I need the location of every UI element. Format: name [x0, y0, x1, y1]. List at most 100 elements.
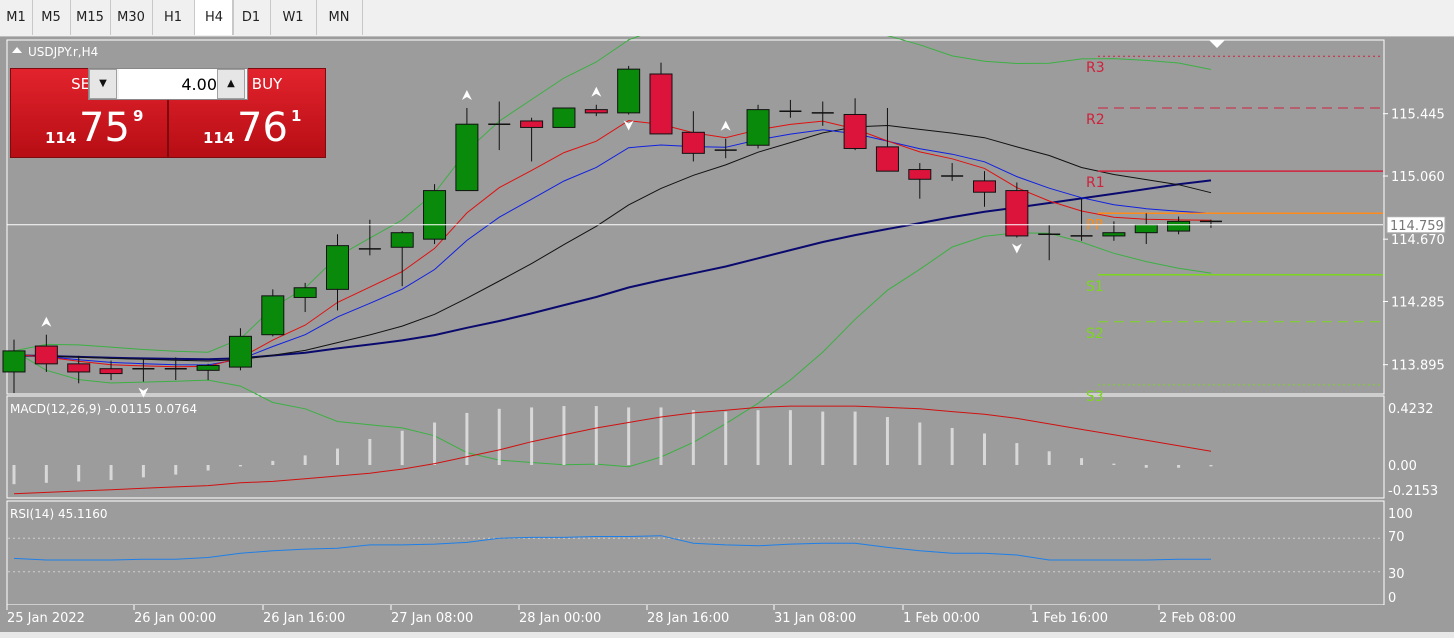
macd-histogram-bar: [1177, 465, 1181, 468]
macd-histogram-bar: [497, 408, 501, 465]
macd-histogram-bar: [174, 465, 178, 475]
current-price-label: 114.759: [1390, 219, 1444, 234]
buy-price-small: 114: [203, 129, 235, 147]
bull-candle: [293, 287, 317, 298]
bear-candle: [973, 180, 996, 193]
macd-histogram-bar: [950, 427, 954, 465]
macd-histogram-bar: [627, 407, 631, 465]
timeframe-tab-m5[interactable]: M5: [32, 0, 70, 35]
macd-histogram-bar: [594, 406, 598, 465]
bear-candle: [34, 345, 58, 365]
pivot-label-r3: R3: [1086, 60, 1105, 76]
macd-histogram-bar: [659, 407, 663, 465]
macd-histogram-bar: [918, 422, 922, 465]
price-axis-label: 114.670: [1391, 233, 1445, 248]
macd-histogram-bar: [821, 411, 825, 465]
bull-candle: [326, 245, 349, 290]
lot-size-input[interactable]: [119, 69, 221, 99]
buy-price-pip: 1: [291, 107, 302, 125]
macd-histogram-bar: [238, 465, 242, 467]
macd-histogram-bar: [303, 455, 307, 465]
chart-pane-frame: [6, 395, 1385, 499]
bear-candle: [875, 146, 899, 172]
macd-histogram-bar: [1112, 463, 1116, 465]
lot-decrease-button[interactable]: ▼: [89, 69, 117, 99]
bull-candle: [228, 335, 252, 368]
rsi-label: RSI(14) 45.1160: [10, 507, 108, 521]
time-axis-label: 31 Jan 08:00: [774, 611, 856, 626]
macd-histogram-bar: [1080, 458, 1084, 465]
macd-label: MACD(12,26,9) -0.0115 0.0764: [10, 402, 197, 416]
bull-candle: [552, 107, 576, 128]
price-axis-label: 115.445: [1391, 108, 1445, 123]
timeframe-toolbar: M1 M5 M15 M30 H1 H4 D1 W1 MN: [0, 0, 1454, 37]
macd-histogram-bar: [44, 465, 48, 483]
macd-histogram-bar: [77, 465, 81, 482]
lot-size-control: ▼ ▲: [88, 68, 248, 100]
timeframe-tab-m15[interactable]: M15: [70, 0, 110, 35]
bull-candle: [746, 109, 770, 146]
pivot-label-s3: S3: [1086, 389, 1104, 405]
timeframe-tab-w1[interactable]: W1: [270, 0, 316, 35]
time-axis-label: 1 Feb 00:00: [903, 611, 980, 626]
macd-histogram-bar: [724, 411, 728, 465]
bear-candle: [67, 363, 91, 373]
macd-histogram-bar: [433, 422, 437, 465]
timeframe-tab-m1[interactable]: M1: [0, 0, 32, 35]
time-axis-label: 26 Jan 16:00: [263, 611, 345, 626]
macd-histogram-bar: [368, 438, 372, 465]
price-axis-label: 115.060: [1391, 170, 1445, 185]
bull-candle: [617, 68, 641, 114]
macd-histogram-bar: [206, 465, 210, 471]
bear-candle: [520, 120, 544, 128]
price-axis-label: 114.285: [1391, 296, 1445, 311]
one-click-trading-panel: SELL 114 75 9 BUY 114 76 1 ▼ ▲: [10, 68, 326, 158]
macd-histogram-bar: [141, 465, 145, 478]
time-axis-label: 28 Jan 16:00: [647, 611, 729, 626]
macd-histogram-bar: [1209, 465, 1213, 467]
pivot-label-s1: S1: [1086, 279, 1104, 295]
pivot-label-pp: PP: [1086, 217, 1103, 233]
macd-histogram-bar: [885, 417, 889, 465]
bull-candle: [2, 350, 26, 373]
pivot-label-s2: S2: [1086, 326, 1104, 342]
macd-histogram-bar: [12, 465, 16, 485]
bull-candle: [455, 123, 479, 192]
price-axis-label: 113.895: [1391, 359, 1445, 374]
lot-increase-button[interactable]: ▲: [217, 69, 245, 99]
timeframe-tab-h4[interactable]: H4: [194, 0, 234, 35]
timeframe-tab-d1[interactable]: D1: [232, 0, 270, 35]
macd-axis-label: -0.2153: [1388, 484, 1438, 499]
sell-price-pip: 9: [133, 107, 144, 125]
time-axis-label: 27 Jan 08:00: [391, 611, 473, 626]
symbol-label: USDJPY.r,H4: [28, 45, 98, 59]
buy-price-big: 76: [237, 105, 288, 151]
macd-histogram-bar: [336, 448, 339, 465]
bull-candle: [1134, 224, 1158, 234]
bear-candle: [843, 113, 867, 149]
macd-histogram-bar: [1047, 451, 1051, 465]
bear-candle: [1005, 190, 1029, 237]
bull-candle: [1167, 220, 1191, 232]
bull-candle: [423, 190, 447, 240]
rsi-axis-label: 70: [1388, 530, 1405, 545]
macd-histogram-bar: [756, 410, 760, 465]
macd-axis-label: 0.4232: [1388, 402, 1434, 417]
bear-candle: [908, 169, 932, 180]
pivot-label-r1: R1: [1086, 175, 1105, 191]
timeframe-tab-h1[interactable]: H1: [152, 0, 194, 35]
time-axis-label: 26 Jan 00:00: [134, 611, 216, 626]
bull-candle: [196, 364, 220, 371]
rsi-axis-label: 0: [1388, 591, 1396, 606]
bull-candle: [1102, 232, 1126, 237]
macd-histogram-bar: [1015, 443, 1019, 465]
time-axis-label: 1 Feb 16:00: [1031, 611, 1108, 626]
rsi-axis-label: 100: [1388, 507, 1413, 522]
timeframe-tab-mn[interactable]: MN: [316, 0, 362, 35]
toolbar-separator: [362, 0, 363, 35]
timeframe-tab-m30[interactable]: M30: [110, 0, 152, 35]
macd-histogram-bar: [788, 410, 792, 465]
macd-histogram-bar: [271, 460, 275, 465]
sell-price-small: 114: [45, 129, 77, 147]
sell-price-big: 75: [79, 105, 130, 151]
